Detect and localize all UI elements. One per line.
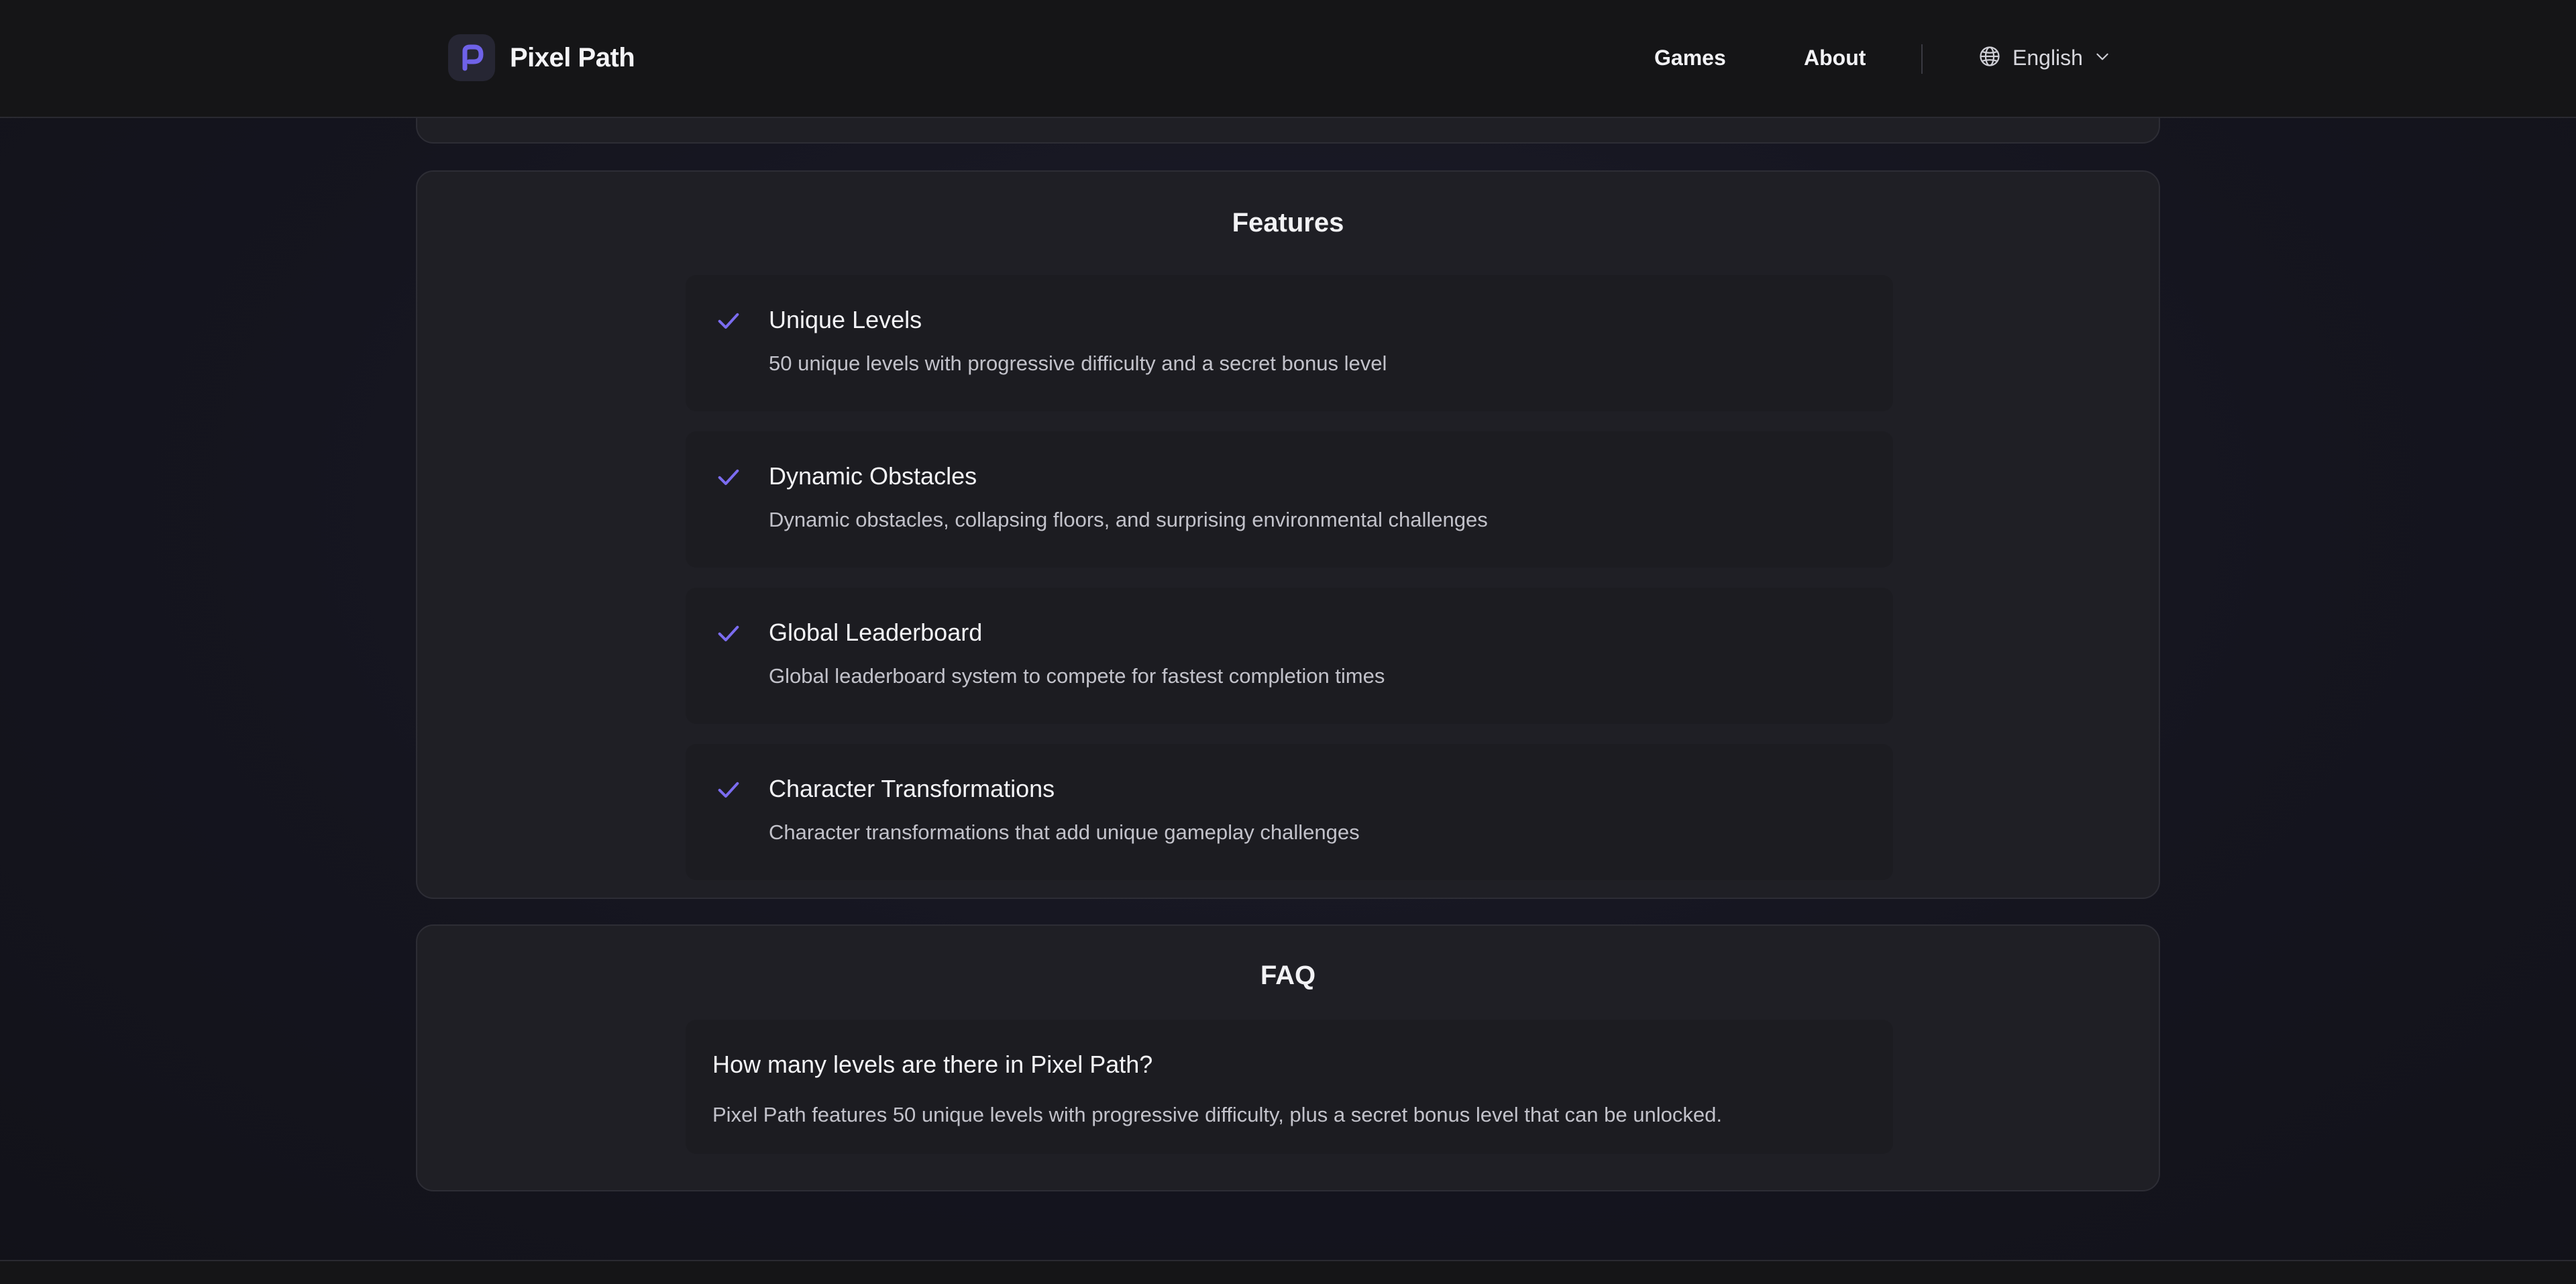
feature-description: Dynamic obstacles, collapsing floors, an…: [769, 508, 1488, 531]
feature-description: 50 unique levels with progressive diffic…: [769, 352, 1387, 375]
feature-description: Global leaderboard system to compete for…: [769, 664, 1385, 688]
language-selector[interactable]: English: [1978, 38, 2111, 78]
feature-title: Character Transformations: [769, 775, 1055, 802]
brand[interactable]: Pixel Path: [448, 34, 635, 82]
language-label: English: [2012, 45, 2083, 70]
nav-divider: [1921, 44, 1923, 74]
feature-item: Unique Levels 50 unique levels with prog…: [686, 275, 1893, 411]
feature-item: Dynamic Obstacles Dynamic obstacles, col…: [686, 431, 1893, 568]
globe-icon: [1978, 44, 2002, 72]
feature-title: Unique Levels: [769, 306, 922, 333]
feature-description: Character transformations that add uniqu…: [769, 820, 1360, 844]
site-header: Pixel Path Games About English: [0, 0, 2576, 118]
feature-item: Global Leaderboard Global leaderboard sy…: [686, 588, 1893, 724]
nav-about: About: [1804, 38, 1866, 78]
nav-games: Games: [1654, 38, 1726, 78]
features-section: Features Unique Levels 50 unique levels …: [416, 170, 2160, 899]
pixel-path-logo-icon: [448, 34, 495, 81]
faq-title: FAQ: [1260, 961, 1316, 990]
feature-title: Dynamic Obstacles: [769, 462, 977, 490]
faq-item[interactable]: How many levels are there in Pixel Path?…: [686, 1020, 1893, 1154]
faq-section: FAQ How many levels are there in Pixel P…: [416, 924, 2160, 1191]
faq-question: How many levels are there in Pixel Path?: [712, 1051, 1153, 1078]
nav-link-about[interactable]: About: [1804, 46, 1866, 70]
check-icon: [715, 776, 742, 803]
footer: [0, 1260, 2576, 1284]
nav-link-games[interactable]: Games: [1654, 46, 1726, 70]
feature-item: Character Transformations Character tran…: [686, 744, 1893, 880]
features-title: Features: [1232, 208, 1344, 237]
brand-name: Pixel Path: [510, 42, 635, 72]
chevron-down-icon: [2094, 48, 2111, 68]
check-icon: [715, 307, 742, 334]
feature-list: Unique Levels 50 unique levels with prog…: [686, 275, 1893, 880]
faq-answer: Pixel Path features 50 unique levels wit…: [712, 1103, 1722, 1126]
check-icon: [715, 464, 742, 490]
check-icon: [715, 620, 742, 647]
feature-title: Global Leaderboard: [769, 619, 983, 646]
